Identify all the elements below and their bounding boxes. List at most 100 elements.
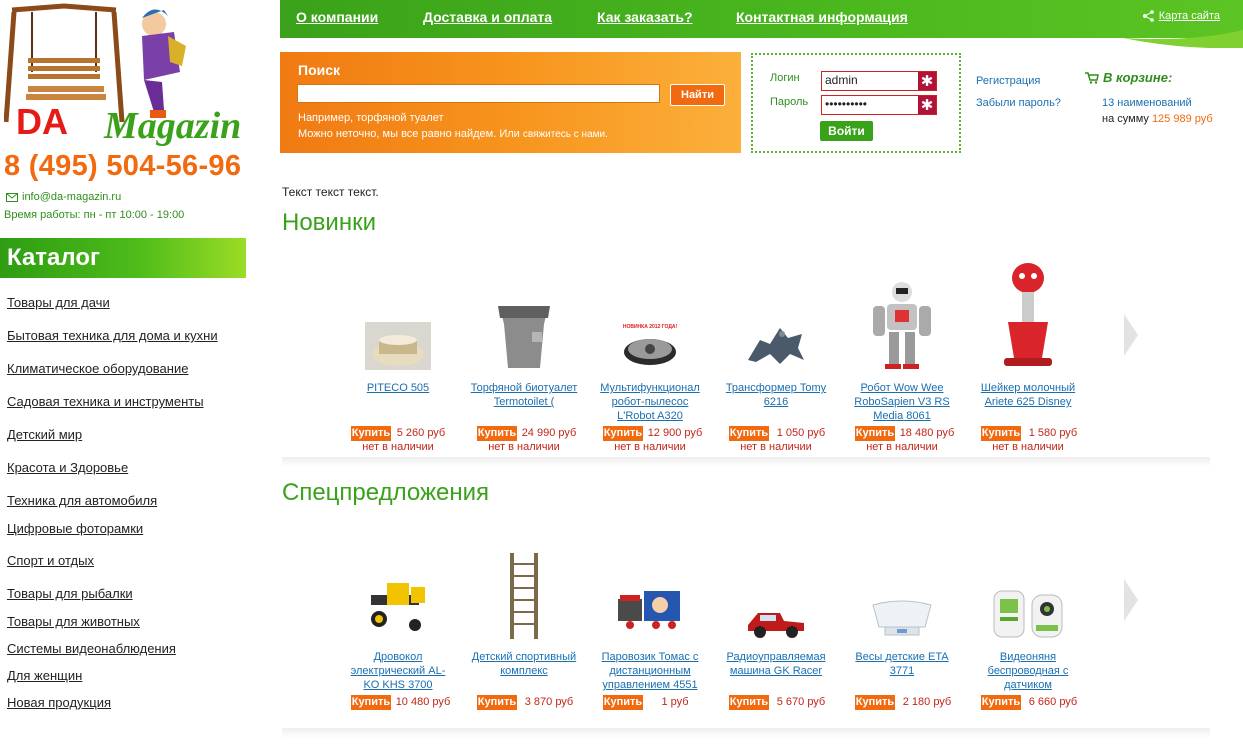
- search-input[interactable]: [297, 84, 660, 103]
- product-price: 24 990 руб: [521, 427, 577, 439]
- forgot-password-link[interactable]: Забыли пароль?: [976, 97, 1061, 109]
- buy-button[interactable]: Купить: [477, 695, 517, 710]
- product-availability: нет в наличии: [362, 441, 434, 453]
- search-hint-contact: Можно неточно, мы все равно найдем. Или …: [298, 128, 608, 140]
- swing-bench-logo-illustration: DA Magazin: [3, 3, 241, 147]
- product-price: 2 180 руб: [902, 696, 952, 708]
- working-hours: Время работы: пн - пт 10:00 - 19:00: [4, 209, 185, 221]
- logo-da-text: DA: [16, 101, 68, 142]
- buy-button[interactable]: Купить: [981, 426, 1021, 441]
- product-name[interactable]: Трансформер Tomy 6216: [721, 381, 831, 409]
- product-image[interactable]: [721, 605, 831, 639]
- required-asterisk-icon: ✱: [918, 96, 936, 114]
- product-image[interactable]: [343, 573, 453, 635]
- product-image[interactable]: [721, 320, 831, 366]
- row-divider: [282, 457, 1210, 467]
- catalog-heading: Каталог: [0, 238, 246, 278]
- product-availability: нет в наличии: [614, 441, 686, 453]
- row-divider: [282, 728, 1210, 738]
- search-button[interactable]: Найти: [670, 84, 725, 106]
- catalog-item[interactable]: Климатическое оборудование: [7, 361, 188, 376]
- product-name[interactable]: PITECO 505: [343, 381, 453, 395]
- buy-button[interactable]: Купить: [603, 695, 643, 710]
- search-panel: Поиск Найти Например, торфяной туалет Мо…: [280, 52, 741, 153]
- product-name[interactable]: Детский спортивный комплекс: [469, 650, 579, 678]
- buy-button[interactable]: Купить: [981, 695, 1021, 710]
- buy-button[interactable]: Купить: [855, 426, 895, 441]
- product-availability: нет в наличии: [740, 441, 812, 453]
- product-name[interactable]: Дровокол электрический AL-KO KHS 3700: [343, 650, 453, 692]
- cart-sum-prefix: на сумму: [1102, 113, 1149, 125]
- product-name[interactable]: Шейкер молочный Ariete 625 Disney: [973, 381, 1083, 409]
- product-price: 3 870 руб: [524, 696, 574, 708]
- product-availability: нет в наличии: [866, 441, 938, 453]
- login-button[interactable]: Войти: [820, 121, 873, 141]
- catalog-item[interactable]: Товары для дачи: [7, 295, 110, 310]
- catalog-item[interactable]: Садовая техника и инструменты: [7, 394, 204, 409]
- product-image[interactable]: НОВИНКА 2012 ГОДА!: [595, 324, 705, 368]
- catalog-item[interactable]: Товары для животных: [7, 614, 140, 629]
- product-image[interactable]: [595, 585, 705, 631]
- envelope-icon: [6, 192, 18, 202]
- nav-delivery[interactable]: Доставка и оплата: [423, 9, 552, 25]
- product-price: 1 руб: [661, 696, 689, 708]
- password-field[interactable]: •••••••••• ✱: [821, 95, 937, 115]
- buy-button[interactable]: Купить: [351, 695, 391, 710]
- catalog-item[interactable]: Новая продукция: [7, 695, 111, 710]
- product-name[interactable]: Паровозик Томас с дистанционным управлен…: [595, 650, 705, 692]
- product-image[interactable]: [973, 262, 1083, 370]
- nav-about[interactable]: О компании: [296, 9, 378, 25]
- catalog-item[interactable]: Товары для рыбалки: [7, 586, 133, 601]
- product-name[interactable]: Видеоняня беспроводная с датчиком: [973, 650, 1083, 692]
- product-image[interactable]: [469, 551, 579, 641]
- catalog-item[interactable]: Цифровые фоторамки: [7, 521, 143, 536]
- nav-how-to-order[interactable]: Как заказать?: [597, 9, 693, 25]
- catalog-item[interactable]: Детский мир: [7, 427, 82, 442]
- product-name[interactable]: Торфяной биотуалет Termotoilet (: [469, 381, 579, 409]
- contact-us-link[interactable]: свяжитесь с нами.: [523, 129, 608, 140]
- sitemap-link[interactable]: Карта сайта: [1142, 10, 1220, 22]
- cart-title-text: В корзине:: [1103, 70, 1173, 85]
- search-title: Поиск: [298, 62, 341, 78]
- email-address[interactable]: info@da-magazin.ru: [22, 191, 121, 203]
- product-price: 10 480 руб: [395, 696, 451, 708]
- product-name[interactable]: Весы детские ETA 3771: [847, 650, 957, 678]
- product-price: 18 480 руб: [899, 427, 955, 439]
- product-image[interactable]: [343, 322, 453, 370]
- buy-button[interactable]: Купить: [729, 426, 769, 441]
- login-field[interactable]: admin ✱: [821, 71, 937, 91]
- carousel-next-arrow-icon[interactable]: [1122, 577, 1140, 623]
- login-label: Логин: [770, 72, 800, 84]
- buy-button[interactable]: Купить: [351, 426, 391, 441]
- search-hint-text: Можно неточно, мы все равно найдем. Или: [298, 128, 520, 140]
- carousel-next-arrow-icon[interactable]: [1122, 312, 1140, 358]
- buy-button[interactable]: Купить: [729, 695, 769, 710]
- buy-button[interactable]: Купить: [603, 426, 643, 441]
- logo-magazin-text: Magazin: [103, 105, 241, 147]
- cart-count-link[interactable]: 13 наименований: [1102, 97, 1192, 109]
- buy-button[interactable]: Купить: [477, 426, 517, 441]
- product-name[interactable]: Радиоуправляемая машина GK Racer: [721, 650, 831, 678]
- catalog-item[interactable]: Красота и Здоровье: [7, 460, 128, 475]
- product-image[interactable]: [469, 304, 579, 372]
- product-image[interactable]: [847, 597, 957, 639]
- catalog-item[interactable]: Для женщин: [7, 668, 82, 683]
- catalog-item[interactable]: Бытовая техника для дома и кухни: [7, 328, 218, 343]
- product-image[interactable]: [847, 280, 957, 370]
- site-logo[interactable]: DA Magazin: [3, 2, 260, 150]
- search-hint: Например, торфяной туалет: [298, 112, 444, 124]
- catalog-item[interactable]: Системы видеонаблюдения: [7, 641, 176, 656]
- product-name[interactable]: Робот Wow Wee RoboSapien V3 RS Media 806…: [847, 381, 957, 423]
- section-title-special: Спецпредложения: [282, 479, 489, 506]
- catalog-item[interactable]: Спорт и отдых: [7, 553, 94, 568]
- catalog-item[interactable]: Техника для автомобиля: [7, 493, 157, 508]
- top-navigation: О компании Доставка и оплата Как заказат…: [280, 0, 1243, 48]
- sitemap-icon: [1142, 10, 1154, 22]
- buy-button[interactable]: Купить: [855, 695, 895, 710]
- product-name[interactable]: Мультифункционал робот-пылесос L'Robot A…: [595, 381, 705, 423]
- product-image[interactable]: [973, 585, 1083, 641]
- nav-contacts[interactable]: Контактная информация: [736, 9, 908, 25]
- register-link[interactable]: Регистрация: [976, 75, 1040, 87]
- product-price: 5 670 руб: [776, 696, 826, 708]
- header-swoosh-decoration: [1123, 30, 1243, 48]
